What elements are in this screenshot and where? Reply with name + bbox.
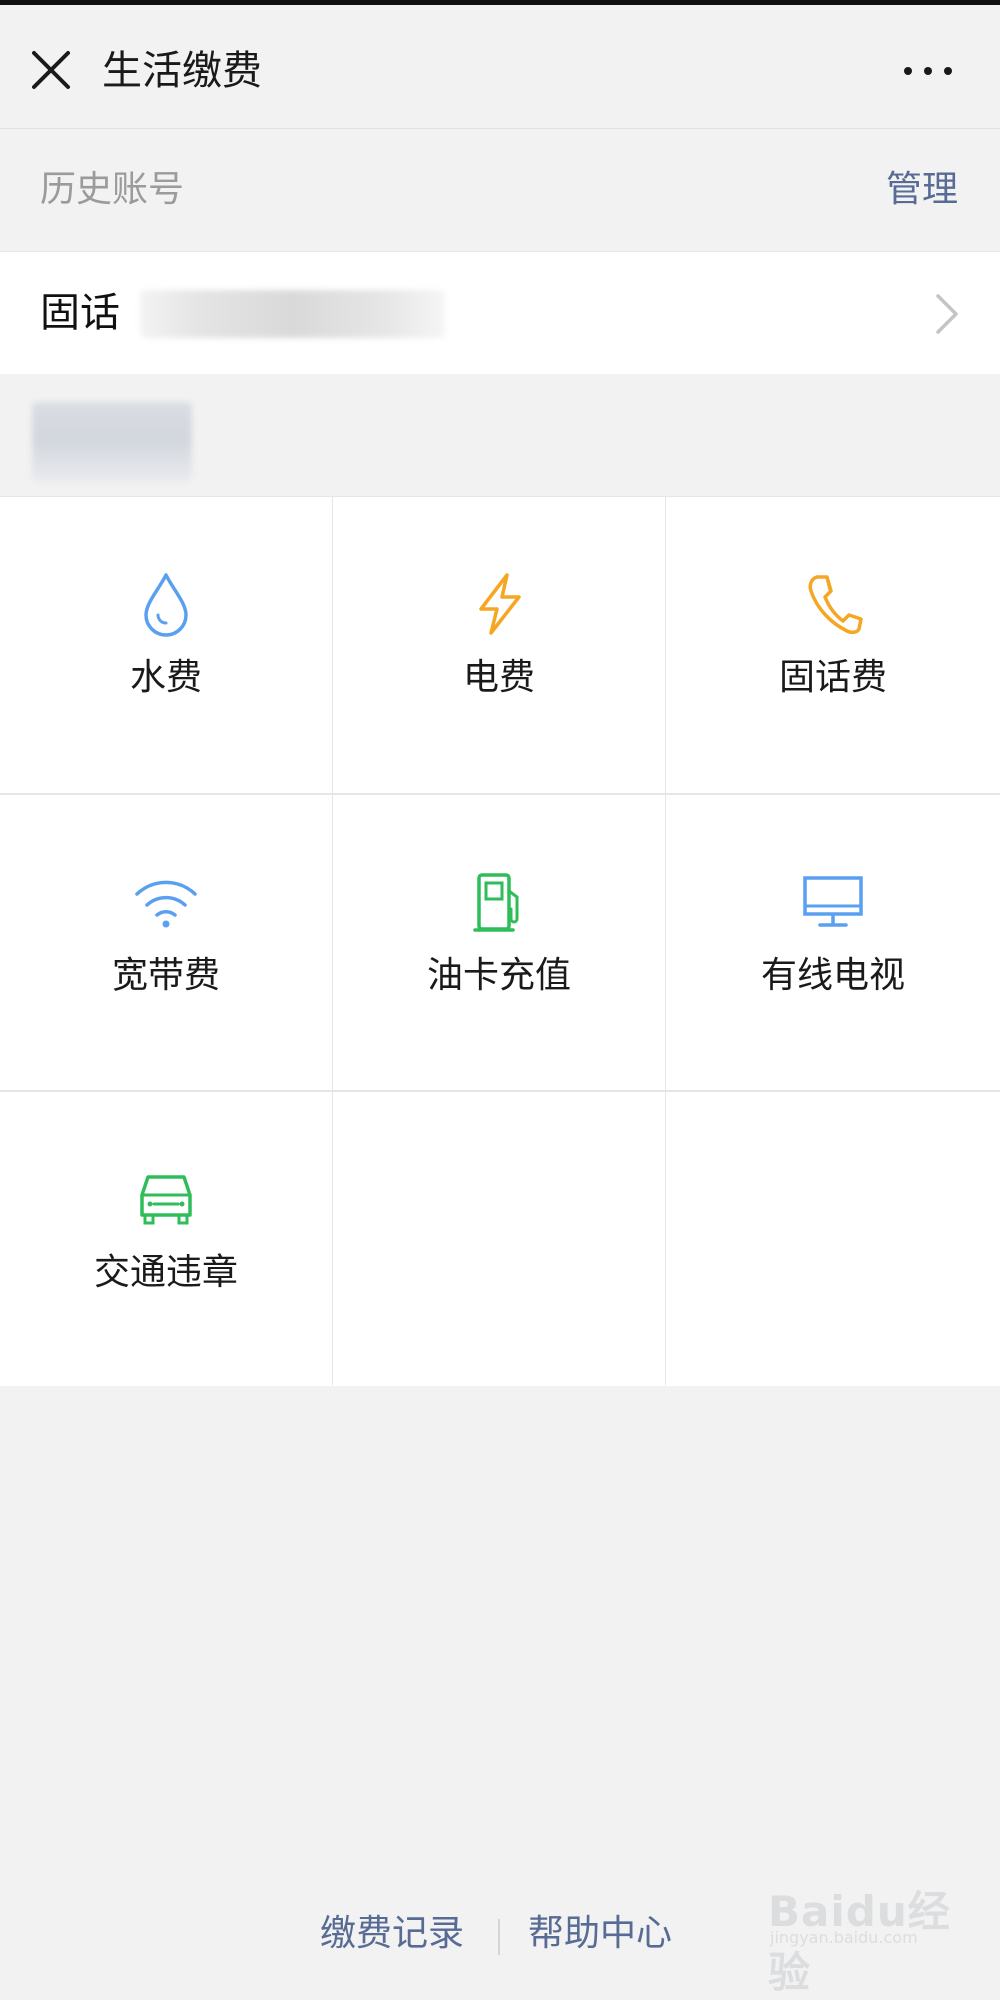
service-label: 有线电视 [760,955,905,996]
car-icon [140,1175,192,1225]
wifi-icon [135,880,197,928]
service-traffic-violation[interactable]: 交通违章 [0,1092,332,1386]
blurred-region-name [32,402,192,482]
manage-link[interactable]: 管理 [886,165,958,215]
service-label: 固话费 [778,657,887,698]
tv-monitor-icon [803,876,863,927]
fuel-pump-icon [473,873,519,932]
history-accounts-label: 历史账号 [40,169,185,210]
chevron-right-icon [936,294,958,334]
account-type-label: 固话 [40,290,120,336]
service-label: 宽带费 [111,955,220,996]
service-grid: 水费 电费 固话费 宽带费 油卡充值 有线电视 交通违章 [0,496,1000,1386]
lightning-icon [479,573,521,635]
service-label: 水费 [129,657,202,698]
close-icon [32,51,70,89]
service-water[interactable]: 水费 [0,497,332,793]
service-fuel-card[interactable]: 油卡充值 [333,795,665,1090]
service-label: 电费 [462,657,535,698]
phone-icon [808,575,863,635]
page-title: 生活缴费 [102,48,262,94]
help-center-link[interactable]: 帮助中心 [528,1909,672,1959]
service-label: 交通违章 [93,1252,238,1293]
service-electricity[interactable]: 电费 [333,497,665,793]
service-landline[interactable]: 固话费 [666,497,1000,793]
payment-records-link[interactable]: 缴费记录 [320,1909,464,1959]
history-account-row[interactable]: 固话 [0,251,1000,375]
blurred-account-number [140,290,445,338]
service-broadband[interactable]: 宽带费 [0,795,332,1090]
service-cable-tv[interactable]: 有线电视 [666,795,1000,1090]
empty-cell [333,1092,665,1386]
empty-cell [666,1092,1000,1386]
nav-header: 生活缴费 [0,5,1000,129]
close-button[interactable] [26,45,76,95]
blurred-section-header [0,374,1000,496]
footer-divider [498,1919,500,1955]
water-drop-icon [144,573,188,637]
history-accounts-bar: 历史账号 管理 [0,129,1000,251]
more-icon [904,67,952,75]
more-button[interactable] [900,49,956,93]
service-label: 油卡充值 [426,955,571,996]
watermark: Baidu经验 jingyan.baidu.com [760,1872,980,1997]
watermark-url: jingyan.baidu.com [770,1928,918,1947]
